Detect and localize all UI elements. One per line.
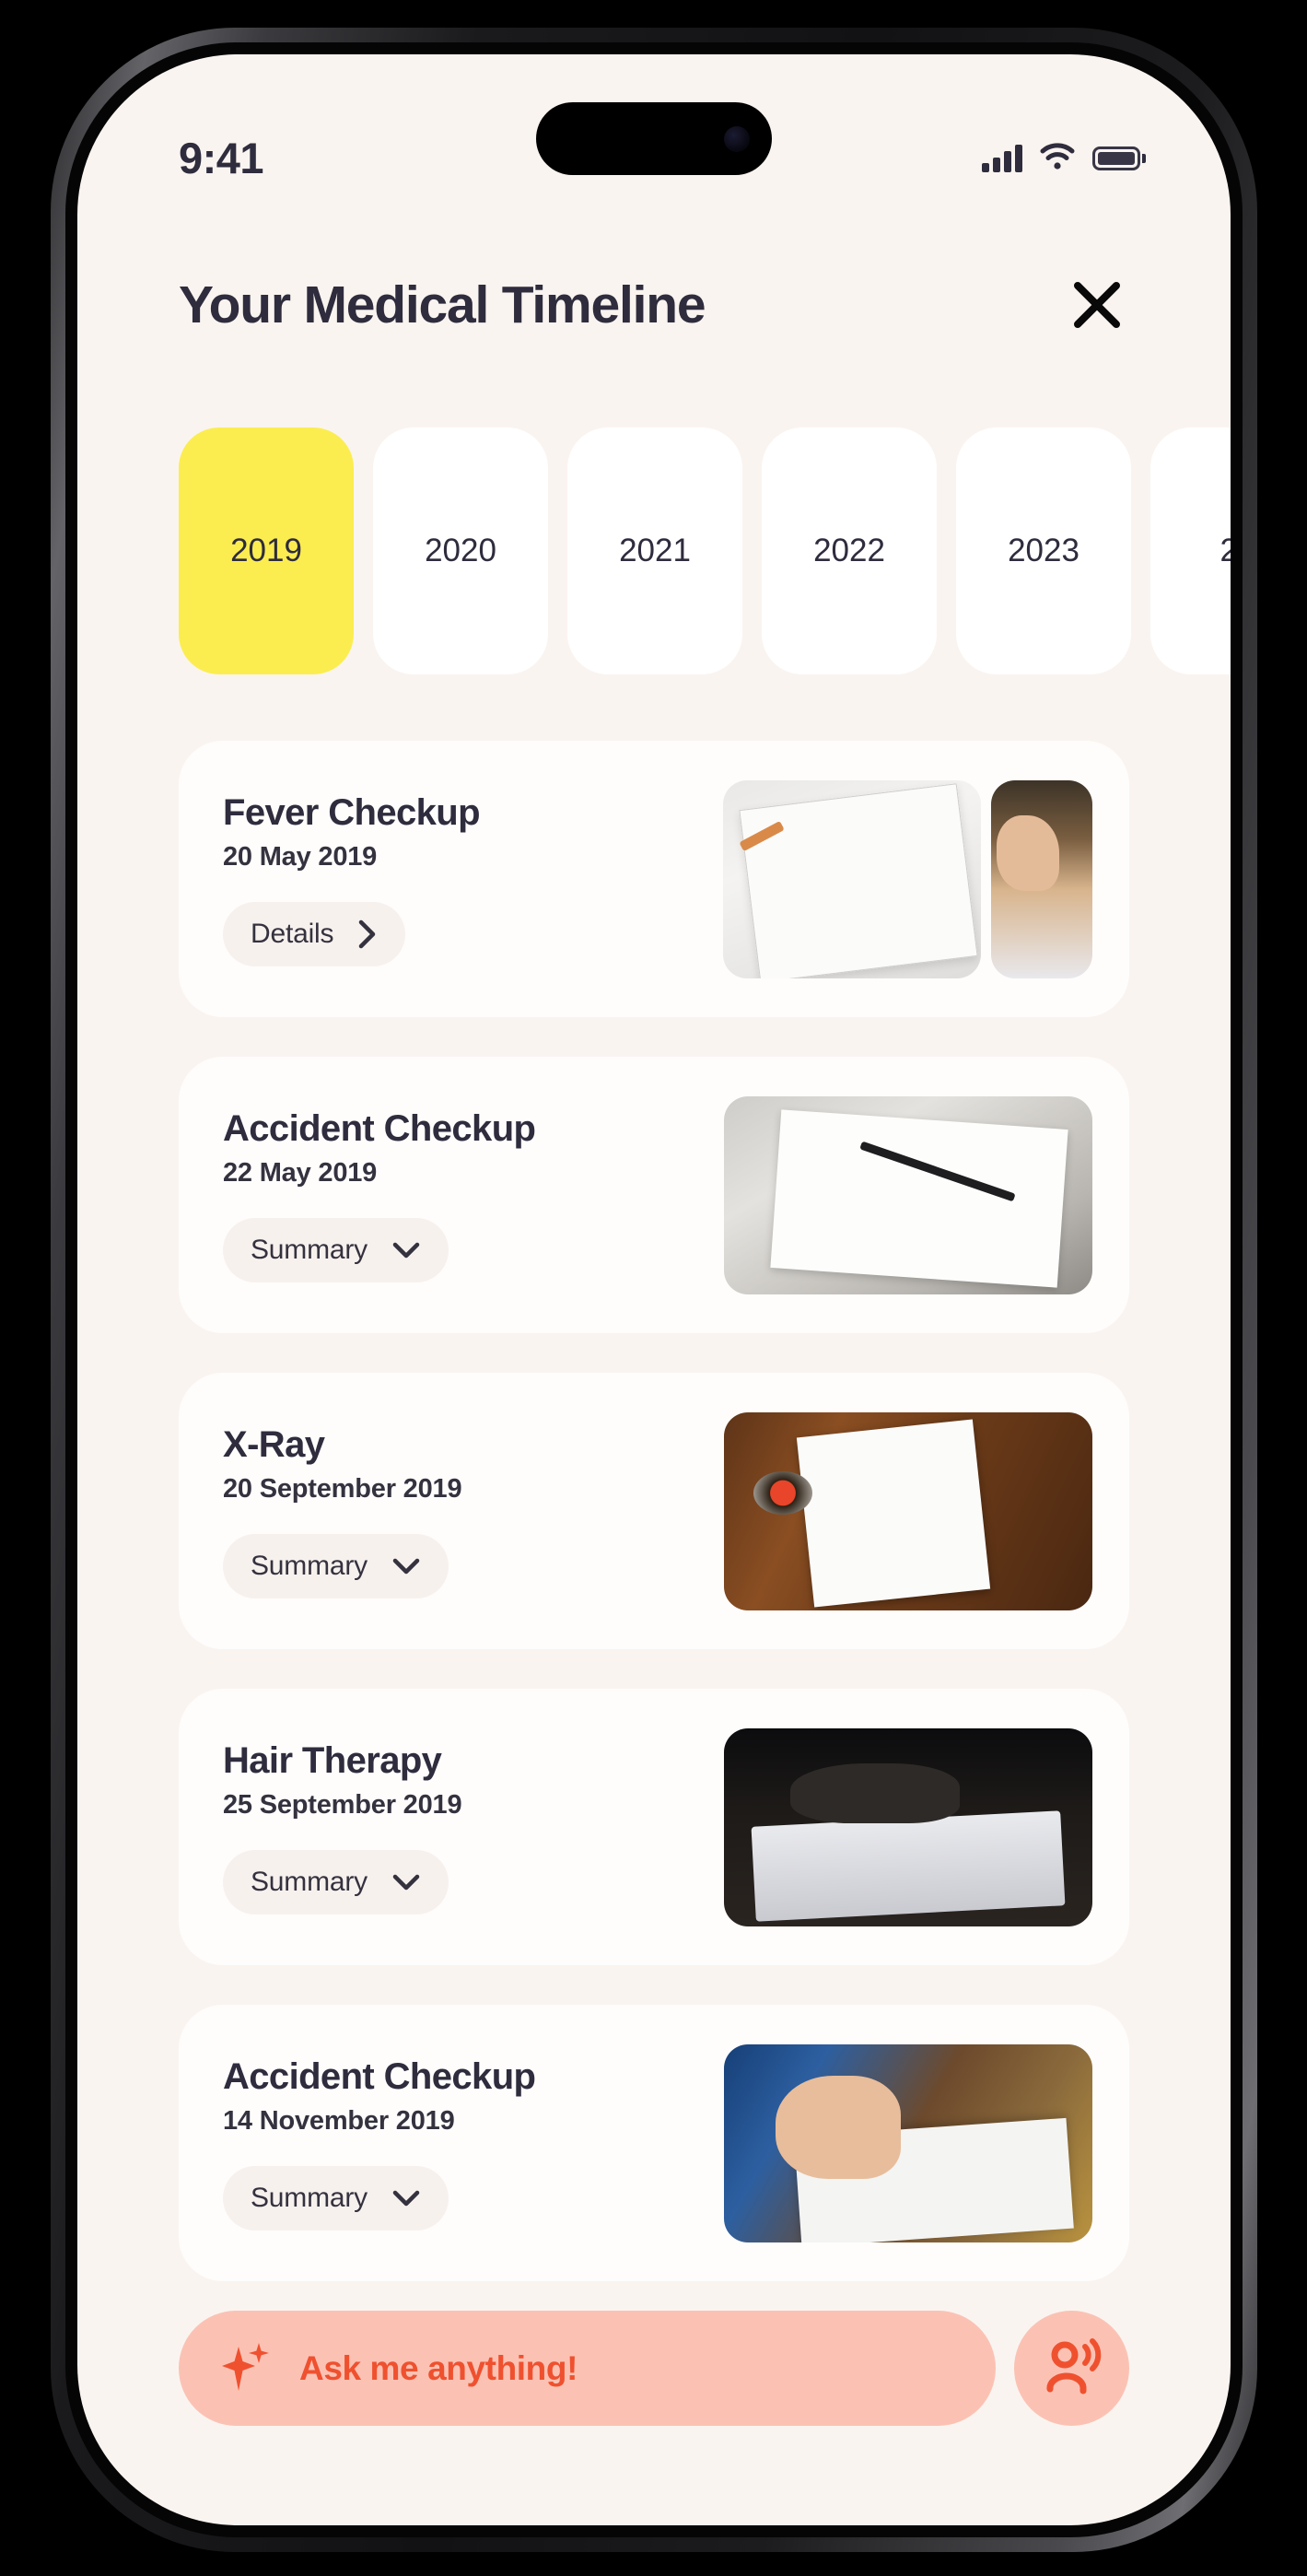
cellular-signal-icon (982, 144, 1022, 172)
front-camera-icon (724, 125, 750, 152)
year-tab-label: 20 (1219, 533, 1231, 568)
details-button[interactable]: Details (223, 901, 406, 966)
record-title: X-Ray (223, 1423, 325, 1465)
summary-button[interactable]: Summary (223, 2165, 449, 2231)
record-info: Fever Checkup 20 May 2019 Details (223, 791, 481, 966)
timeline-list[interactable]: Fever Checkup 20 May 2019 Details Accide… (77, 741, 1231, 2525)
summary-button[interactable]: Summary (223, 1849, 449, 1914)
year-tab-label: 2023 (1008, 533, 1079, 568)
year-tab-label: 2022 (813, 533, 885, 568)
year-tab-label: 2020 (425, 533, 496, 568)
table-row[interactable]: X-Ray 20 September 2019 Summary (179, 1373, 1129, 1649)
record-date: 22 May 2019 (223, 1157, 378, 1188)
search-input-placeholder: Ask me anything! (299, 2348, 578, 2387)
person-writing-photo[interactable] (991, 779, 1092, 978)
summary-button[interactable]: Summary (223, 1533, 449, 1598)
record-info: Accident Checkup 14 November 2019 Summar… (223, 2055, 536, 2231)
year-tab-2024[interactable]: 20 (1150, 427, 1231, 674)
search-input[interactable]: Ask me anything! (179, 2311, 996, 2426)
app-header: Your Medical Timeline (77, 271, 1231, 339)
chevron-down-icon (392, 2190, 420, 2206)
page-title: Your Medical Timeline (179, 275, 706, 334)
record-date: 20 September 2019 (223, 1473, 462, 1504)
record-date: 14 November 2019 (223, 2105, 455, 2136)
record-thumbnails[interactable] (724, 1727, 1092, 1926)
year-tab-label: 2019 (230, 533, 302, 568)
year-tab-2022[interactable]: 2022 (762, 427, 937, 674)
table-row[interactable]: Accident Checkup 22 May 2019 Summary (179, 1057, 1129, 1333)
wifi-icon (1040, 142, 1075, 174)
summary-button-label: Summary (251, 2182, 368, 2213)
summary-button-label: Summary (251, 1866, 368, 1897)
record-info: Accident Checkup 22 May 2019 Summary (223, 1107, 536, 1282)
record-date: 25 September 2019 (223, 1789, 462, 1820)
chevron-down-icon (392, 1874, 420, 1890)
close-button[interactable] (1063, 271, 1131, 339)
sparkle-icon (222, 2342, 269, 2391)
year-tab-2019[interactable]: 2019 (179, 427, 354, 674)
voice-assistant-button[interactable] (1014, 2311, 1129, 2426)
status-icons (982, 142, 1146, 174)
dynamic-island (536, 102, 772, 175)
record-title: Hair Therapy (223, 1739, 442, 1781)
chevron-down-icon (392, 1242, 420, 1258)
claim-forms-with-pen-photo[interactable] (724, 1095, 1092, 1294)
battery-icon (1092, 146, 1146, 170)
record-title: Fever Checkup (223, 791, 481, 833)
phone-frame: 9:41 Your Medical Timeline 2019 2020 202… (51, 28, 1257, 2552)
record-info: Hair Therapy 25 September 2019 Summary (223, 1739, 462, 1914)
year-tab-2021[interactable]: 2021 (567, 427, 742, 674)
record-title: Accident Checkup (223, 1107, 536, 1149)
details-button-label: Details (251, 918, 334, 949)
signing-papers-dark-photo[interactable] (724, 1727, 1092, 1926)
record-info: X-Ray 20 September 2019 Summary (223, 1423, 462, 1598)
wooden-desk-documents-photo[interactable] (724, 1411, 1092, 1610)
status-time: 9:41 (179, 134, 264, 182)
table-row[interactable]: Fever Checkup 20 May 2019 Details (179, 741, 1129, 1017)
table-row[interactable]: Accident Checkup 14 November 2019 Summar… (179, 2005, 1129, 2281)
phone-screen: 9:41 Your Medical Timeline 2019 2020 202… (77, 54, 1231, 2525)
ask-bar: Ask me anything! (179, 2311, 1129, 2426)
woman-filling-form-photo[interactable] (724, 2043, 1092, 2242)
year-tab-label: 2021 (619, 533, 691, 568)
summary-button-label: Summary (251, 1550, 368, 1581)
year-tab-2023[interactable]: 2023 (956, 427, 1131, 674)
record-thumbnails[interactable] (723, 779, 1092, 978)
medical-form-photo[interactable] (723, 779, 981, 978)
close-icon (1074, 282, 1120, 328)
table-row[interactable]: Hair Therapy 25 September 2019 Summary (179, 1689, 1129, 1965)
record-title: Accident Checkup (223, 2055, 536, 2097)
voice-assistant-icon (1045, 2337, 1101, 2394)
summary-button[interactable]: Summary (223, 1217, 449, 1282)
chevron-down-icon (392, 1558, 420, 1574)
record-thumbnails[interactable] (724, 2043, 1092, 2242)
record-thumbnails[interactable] (724, 1095, 1092, 1294)
record-date: 20 May 2019 (223, 841, 378, 872)
phone-bezel: 9:41 Your Medical Timeline 2019 2020 202… (65, 42, 1243, 2537)
year-tabs[interactable]: 2019 2020 2021 2022 2023 20 (77, 427, 1231, 685)
chevron-right-icon (359, 919, 376, 948)
year-tab-2020[interactable]: 2020 (373, 427, 548, 674)
summary-button-label: Summary (251, 1234, 368, 1265)
record-thumbnails[interactable] (724, 1411, 1092, 1610)
